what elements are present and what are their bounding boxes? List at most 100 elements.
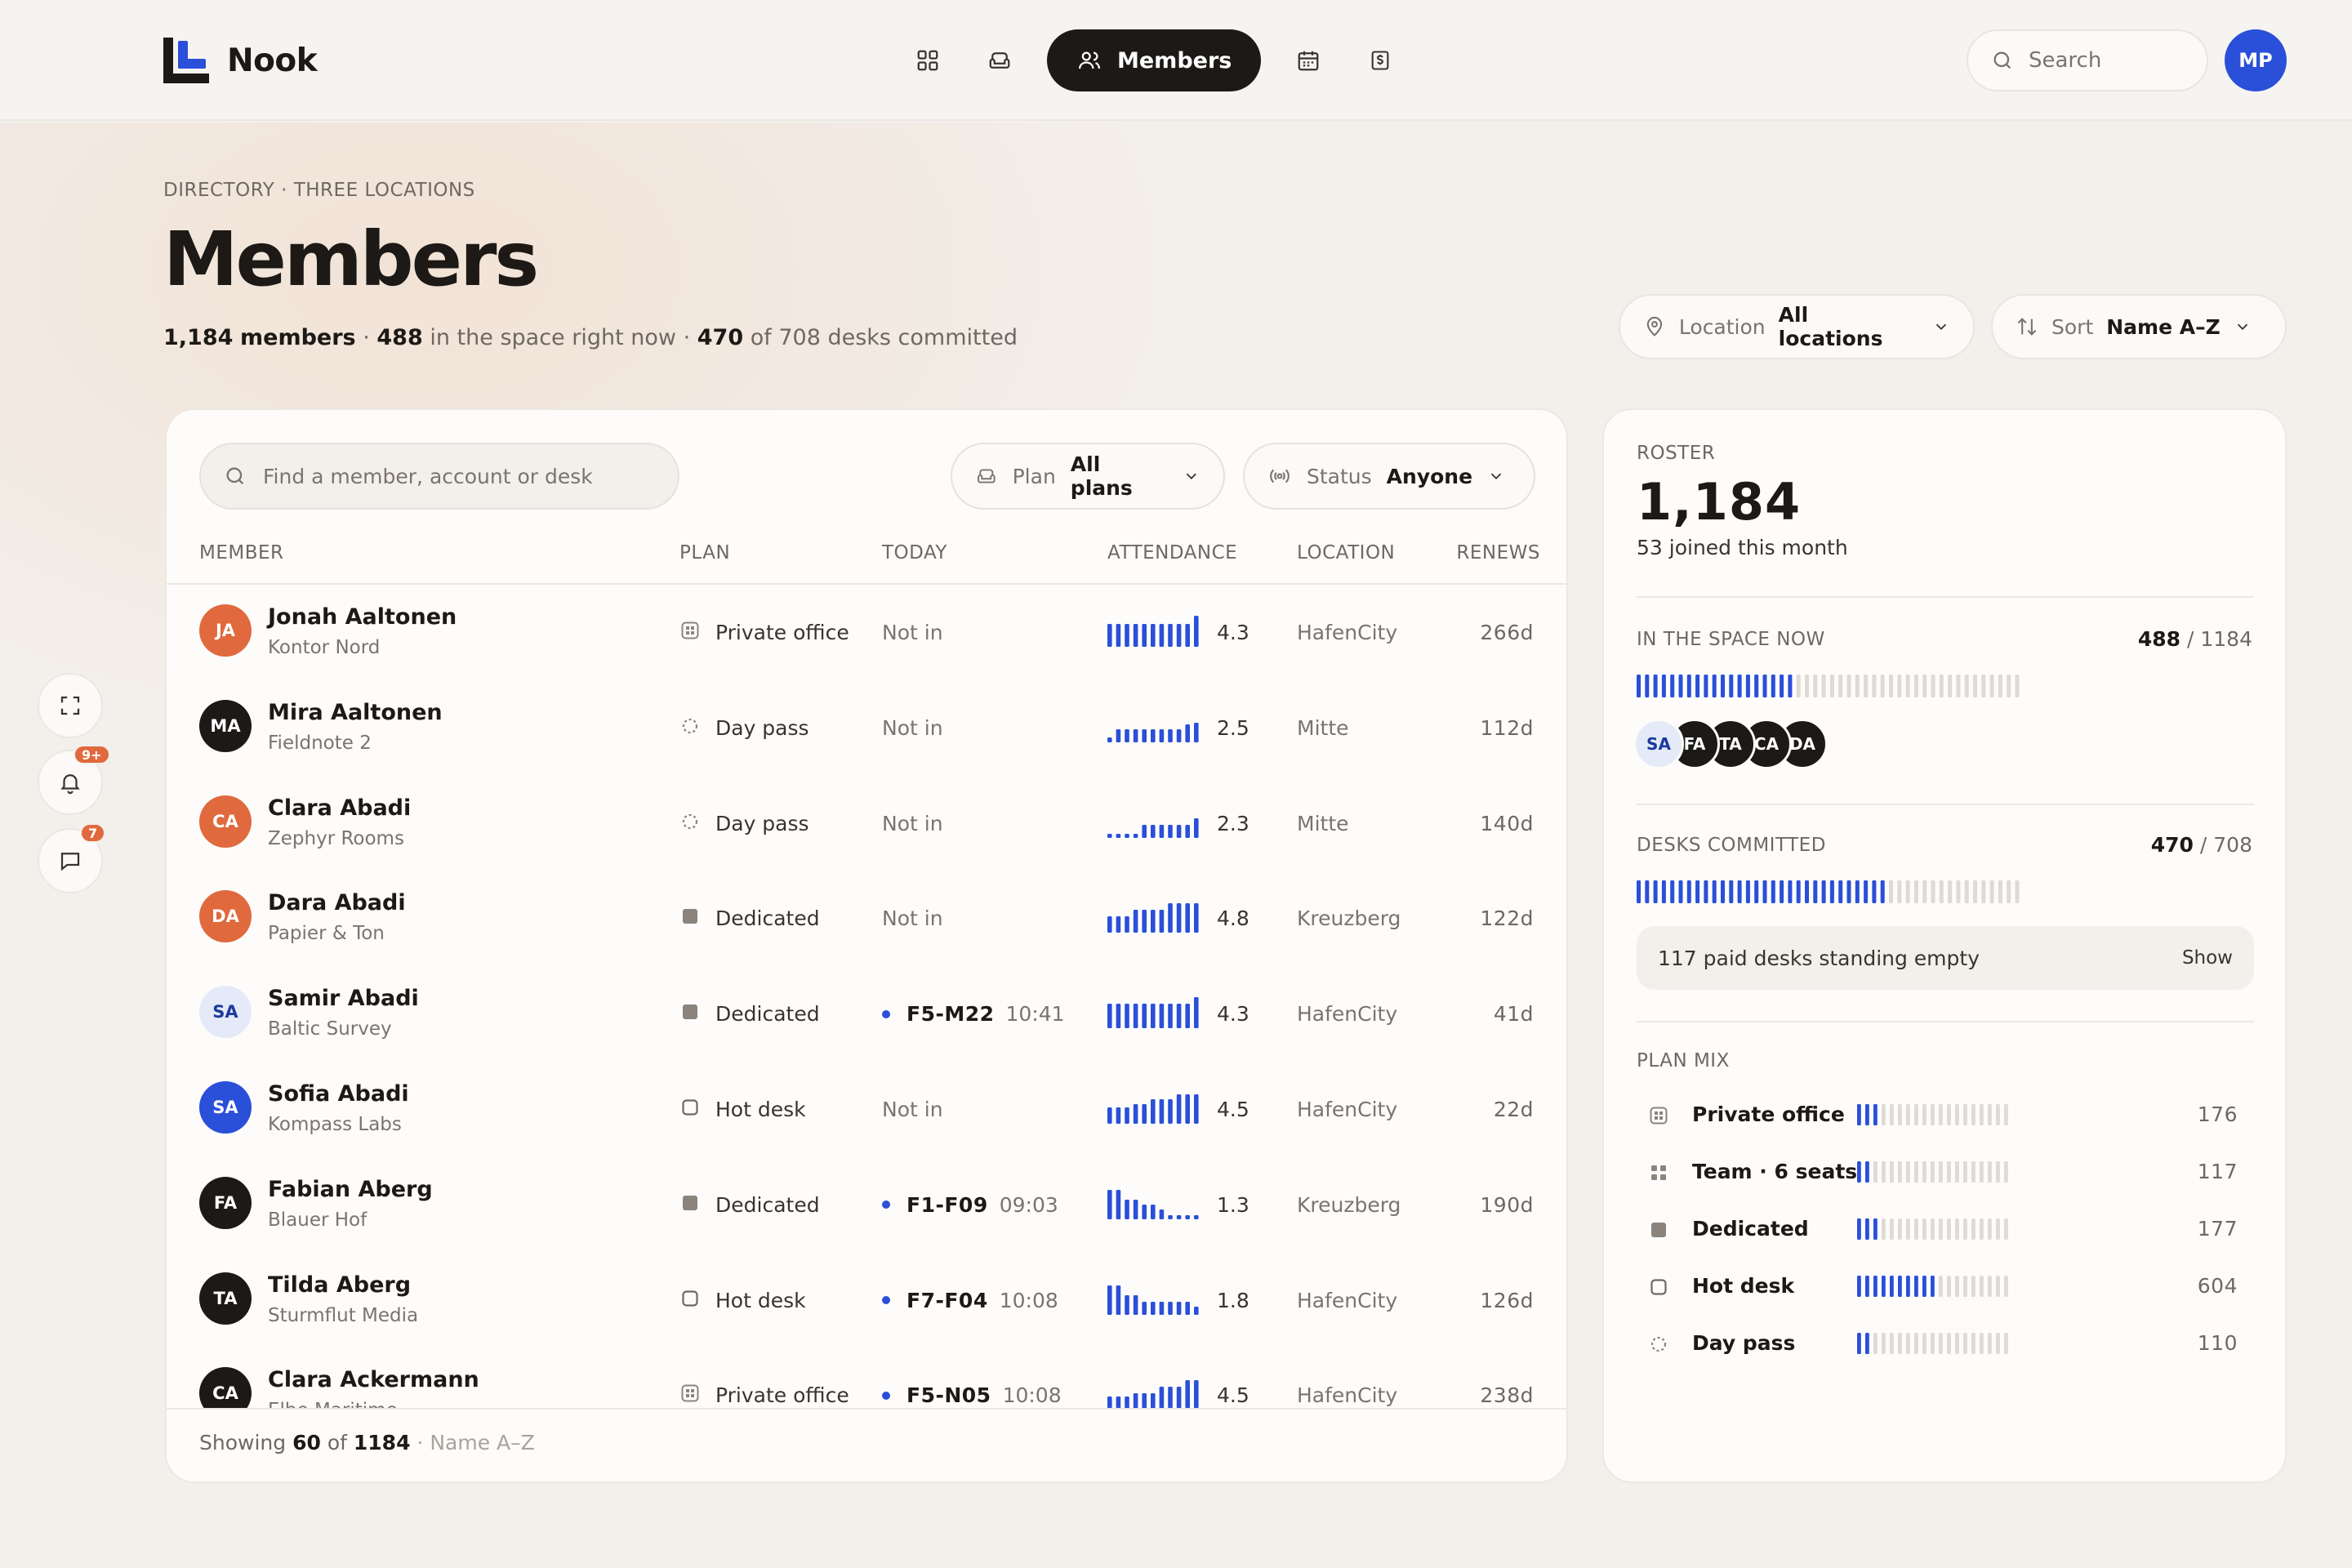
table-row[interactable]: DA Dara Abadi Papier & Ton Dedicated Not in 4… bbox=[167, 871, 1566, 965]
nav-members[interactable]: Members bbox=[1047, 29, 1262, 91]
member-name[interactable]: Dara Abadi bbox=[268, 890, 406, 915]
status-filter[interactable]: Status Anyone bbox=[1243, 443, 1535, 510]
member-name[interactable]: Clara Ackermann bbox=[268, 1367, 479, 1392]
member-plan: Hot desk bbox=[681, 1098, 806, 1121]
attendance-bar bbox=[1159, 624, 1165, 647]
meter-segment bbox=[1754, 880, 1759, 903]
attendance-bar bbox=[1151, 1004, 1156, 1029]
attendance-bar bbox=[1125, 916, 1129, 933]
col-attendance[interactable]: ATTENDANCE bbox=[1107, 542, 1237, 564]
col-today[interactable]: TODAY bbox=[882, 542, 947, 564]
member-name[interactable]: Sofia Abadi bbox=[268, 1081, 409, 1107]
attendance-bar bbox=[1168, 1099, 1173, 1124]
nav-billing[interactable] bbox=[1356, 29, 1405, 91]
member-status: Not in bbox=[882, 715, 943, 740]
notifications-button[interactable]: 9+ bbox=[38, 745, 110, 815]
sort-filter-label: Sort bbox=[2051, 314, 2094, 339]
meter-segment bbox=[1686, 675, 1691, 697]
meter-segment bbox=[1829, 675, 1834, 697]
meter-segment bbox=[1898, 1218, 1902, 1240]
global-search[interactable]: Search bbox=[1967, 29, 2208, 91]
member-desk[interactable]: F1-F09 bbox=[906, 1193, 988, 1217]
member-name[interactable]: Tilda Aberg bbox=[268, 1272, 411, 1298]
meter-segment bbox=[1855, 880, 1860, 903]
attendance-bar bbox=[1194, 903, 1199, 933]
member-name[interactable]: Samir Abadi bbox=[268, 986, 419, 1011]
location-filter[interactable]: Location All locations bbox=[1619, 294, 1975, 359]
attendance-bar bbox=[1142, 1204, 1147, 1219]
col-location[interactable]: LOCATION bbox=[1297, 542, 1395, 564]
table-row[interactable]: TA Tilda Aberg Sturmflut Media Hot desk F7-F… bbox=[167, 1253, 1566, 1348]
nav-dashboard[interactable] bbox=[903, 29, 952, 91]
plan-mix-row: Private office 176 bbox=[1650, 1099, 2254, 1132]
meter-segment bbox=[1838, 675, 1843, 697]
messages-button[interactable]: 7 bbox=[38, 823, 106, 893]
meter-segment bbox=[1980, 1218, 1984, 1240]
in-space-meter bbox=[1637, 675, 2020, 697]
meter-segment bbox=[1939, 1161, 1943, 1183]
meter-segment bbox=[1947, 1333, 1951, 1354]
attendance-bar bbox=[1185, 1214, 1190, 1219]
attendance-bar bbox=[1176, 1094, 1182, 1124]
plan-filter[interactable]: Plan All plans bbox=[951, 443, 1225, 510]
meter-segment bbox=[1882, 1218, 1886, 1240]
nav-spaces[interactable] bbox=[975, 29, 1024, 91]
user-avatar[interactable]: MP bbox=[2225, 29, 2287, 91]
meter-segment bbox=[1922, 880, 1927, 903]
in-space-avatars[interactable]: SA FA TA CA DA bbox=[1633, 719, 1878, 769]
member-name[interactable]: Fabian Aberg bbox=[268, 1177, 433, 1202]
meter-segment bbox=[1729, 880, 1734, 903]
attendance-bar bbox=[1185, 903, 1190, 933]
attendance-bar bbox=[1176, 1214, 1182, 1219]
member-name[interactable]: Mira Aaltonen bbox=[268, 700, 443, 725]
meter-segment bbox=[1771, 675, 1775, 697]
sort-filter[interactable]: Sort Name A–Z bbox=[1991, 294, 2287, 359]
nav-calendar[interactable] bbox=[1284, 29, 1333, 91]
meter-segment bbox=[1939, 675, 1944, 697]
table-row[interactable]: FA Fabian Aberg Blauer Hof Dedicated F1-F09 0… bbox=[167, 1157, 1566, 1252]
col-plan[interactable]: PLAN bbox=[679, 542, 730, 564]
meter-segment bbox=[1796, 880, 1801, 903]
member-plan-label: Hot desk bbox=[715, 1288, 806, 1312]
meter-segment bbox=[1939, 1218, 1943, 1240]
table-row[interactable]: MA Mira Aaltonen Fieldnote 2 Day pass Not in… bbox=[167, 680, 1566, 775]
hot-desk-icon bbox=[1650, 1277, 1668, 1301]
table-row[interactable]: CA Clara Ackermann Elbe Maritime Private of… bbox=[167, 1348, 1566, 1413]
show-empty-desks-button[interactable]: Show bbox=[2182, 947, 2233, 969]
table-row[interactable]: SA Samir Abadi Baltic Survey Dedicated F5-M2… bbox=[167, 966, 1566, 1061]
attendance-bar bbox=[1142, 824, 1147, 838]
meter-segment bbox=[1973, 880, 1977, 903]
member-name[interactable]: Jonah Aaltonen bbox=[268, 604, 457, 630]
col-renews[interactable]: RENEWS bbox=[1456, 542, 1540, 564]
map-pin-icon bbox=[1646, 316, 1663, 336]
member-desk[interactable]: F7-F04 bbox=[906, 1289, 988, 1312]
fullscreen-button[interactable] bbox=[38, 673, 103, 738]
meter-segment bbox=[1964, 675, 1969, 697]
member-avatar: MA bbox=[199, 699, 252, 752]
member-renews: 238d bbox=[1480, 1383, 1534, 1408]
member-renews: 22d bbox=[1493, 1098, 1534, 1121]
col-member[interactable]: MEMBER bbox=[199, 542, 284, 564]
desks-meter bbox=[1637, 880, 2020, 903]
meter-segment bbox=[1805, 675, 1809, 697]
member-desk[interactable]: F5-N05 bbox=[906, 1383, 991, 1407]
in-space-avatar[interactable]: SA bbox=[1633, 719, 1684, 769]
meter-segment bbox=[1922, 1104, 1927, 1125]
meter-segment bbox=[1971, 1333, 1976, 1354]
empty-desks-text: 117 paid desks standing empty bbox=[1658, 946, 1980, 970]
meter-segment bbox=[1762, 880, 1767, 903]
member-plan: Dedicated bbox=[681, 1002, 820, 1026]
table-row[interactable]: SA Sofia Abadi Kompass Labs Hot desk Not in 4… bbox=[167, 1062, 1566, 1156]
member-plan: Dedicated bbox=[681, 1193, 820, 1217]
meter-segment bbox=[1813, 675, 1818, 697]
attendance-bar bbox=[1176, 624, 1182, 647]
table-row[interactable]: JA Jonah Aaltonen Kontor Nord Private offic… bbox=[167, 585, 1566, 679]
table-row[interactable]: CA Clara Abadi Zephyr Rooms Day pass Not in 2… bbox=[167, 776, 1566, 871]
meter-segment bbox=[1670, 880, 1675, 903]
logo[interactable]: Nook bbox=[163, 38, 318, 83]
member-renews: 41d bbox=[1493, 1002, 1534, 1027]
attendance-bar bbox=[1185, 1301, 1190, 1315]
member-name[interactable]: Clara Abadi bbox=[268, 795, 411, 821]
member-desk[interactable]: F5-M22 bbox=[906, 1002, 995, 1026]
member-search-input[interactable]: Find a member, account or desk bbox=[199, 443, 679, 510]
